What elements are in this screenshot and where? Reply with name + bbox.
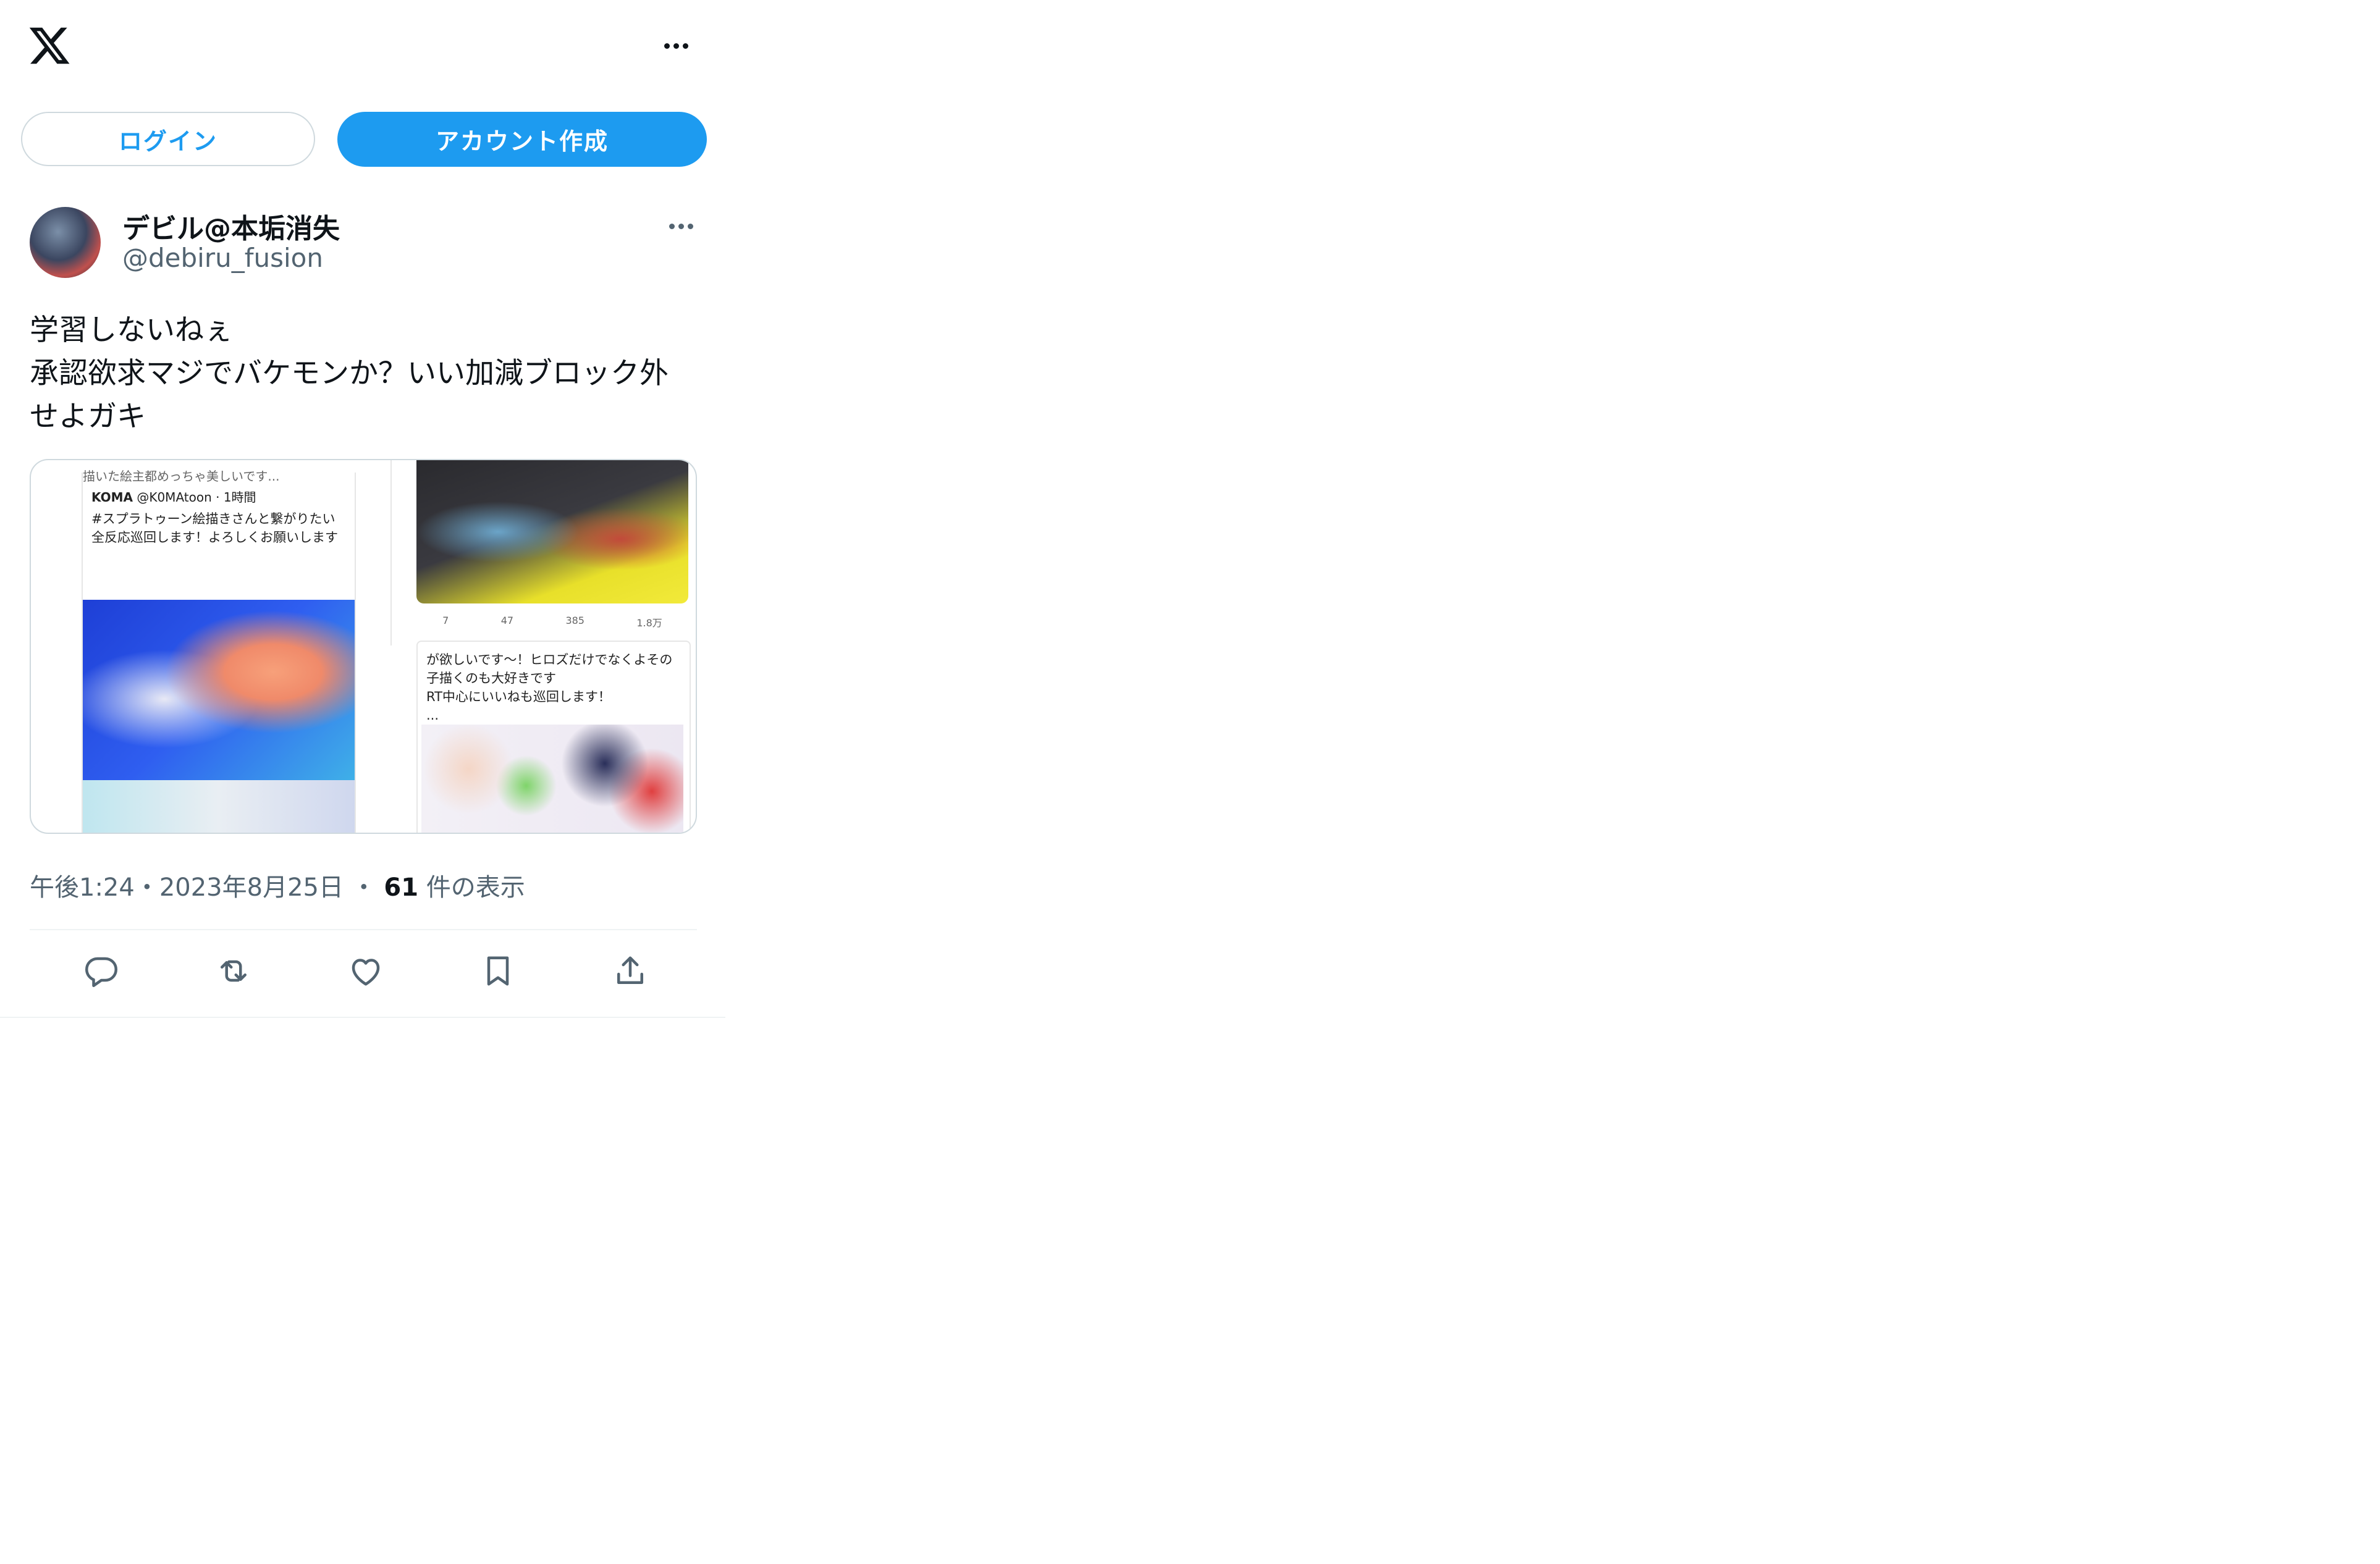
media-left-meta: @K0MAtoon · 1時間 <box>137 490 256 505</box>
more-dot <box>669 223 675 229</box>
top-bar <box>0 0 725 93</box>
more-dot <box>673 43 679 49</box>
media-left-user: KOMA <box>91 490 133 505</box>
media-stat: 7 <box>442 615 449 626</box>
bookmark-icon <box>487 956 509 986</box>
tweet-text: 学習しないねぇ 承認欲求マジでバケモンか？いい加減ブロック外 せよガキ <box>30 313 669 434</box>
views-label: 件の表示 <box>426 873 525 902</box>
share-button[interactable] <box>608 949 652 993</box>
more-dot <box>687 223 693 229</box>
media-divider <box>390 460 392 645</box>
media-left-panel: 描いた絵主都めっちゃ美しいです... KOMA @K0MAtoon · 1時間 … <box>82 469 356 833</box>
timestamp[interactable]: 午後1:24・2023年8月25日 <box>30 873 344 902</box>
media-artwork <box>83 600 355 780</box>
views-count: 61 <box>384 873 419 902</box>
media-artwork <box>83 780 355 833</box>
signup-button[interactable]: アカウント作成 <box>337 112 707 167</box>
media-right-body: が欲しいです〜！ヒロズだけでなくよその子描くのも大好きです RT中心にいいねも巡… <box>426 652 673 723</box>
like-button[interactable] <box>344 949 388 993</box>
meta-separator: ・ <box>351 873 376 902</box>
divider <box>30 929 697 930</box>
display-name[interactable]: デビル@本垢消失 <box>122 206 340 246</box>
retweet-button[interactable] <box>211 949 256 993</box>
reply-button[interactable] <box>79 949 124 993</box>
more-horizontal-icon[interactable] <box>654 31 698 61</box>
heart-icon <box>352 959 380 986</box>
media-stat: 47 <box>500 615 514 626</box>
x-logo-icon[interactable] <box>27 23 72 68</box>
action-bar <box>30 949 697 998</box>
more-dot <box>678 223 684 229</box>
reply-icon <box>85 957 117 987</box>
share-icon <box>617 956 643 984</box>
media-right-stats: 7 47 385 1.8万 <box>416 615 688 631</box>
media-left-body: #スプラトゥーン絵描きさんと繋がりたい 全反応巡回します！よろしくお願いします <box>91 511 338 545</box>
tweet-meta: 午後1:24・2023年8月25日 ・ 61 件の表示 <box>30 867 525 903</box>
tweet-media-image[interactable]: 描いた絵主都めっちゃ美しいです... KOMA @K0MAtoon · 1時間 … <box>30 459 697 834</box>
media-right-card: が欲しいです〜！ヒロズだけでなくよその子描くのも大好きです RT中心にいいねも巡… <box>416 641 691 833</box>
media-left-header: KOMA @K0MAtoon · 1時間 <box>91 487 256 505</box>
more-dot <box>664 43 670 49</box>
tweet-more-icon[interactable] <box>661 214 701 238</box>
bookmark-button[interactable] <box>476 949 520 993</box>
retweet-icon <box>221 960 247 982</box>
media-stat: 1.8万 <box>636 617 662 629</box>
tweet-page: ログイン アカウント作成 デビル@本垢消失 @debiru_fusion 学習し… <box>0 0 725 1019</box>
media-left-cut-text: 描いた絵主都めっちゃ美しいです... <box>83 469 280 484</box>
media-artwork <box>416 460 688 603</box>
avatar[interactable] <box>30 207 101 278</box>
media-artwork <box>421 725 683 833</box>
login-button[interactable]: ログイン <box>21 112 315 166</box>
more-dot <box>682 43 688 49</box>
media-stat: 385 <box>565 615 584 626</box>
divider <box>0 1017 725 1018</box>
user-handle[interactable]: @debiru_fusion <box>122 243 323 273</box>
